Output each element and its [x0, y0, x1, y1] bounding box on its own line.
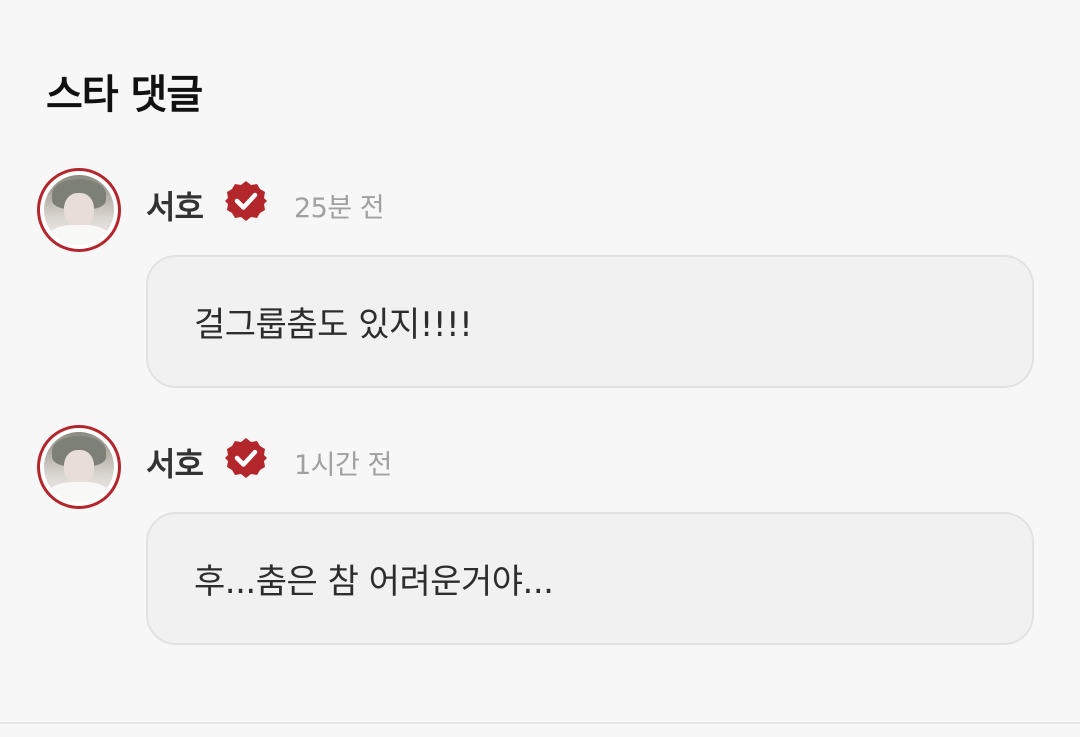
divider — [0, 722, 1080, 724]
comment-author[interactable]: 서호 — [146, 182, 204, 228]
comment-author[interactable]: 서호 — [146, 439, 204, 485]
comment-bubble: 걸그룹춤도 있지!!!! — [146, 255, 1034, 388]
verified-badge-icon — [225, 438, 267, 478]
comment-text: 걸그룹춤도 있지!!!! — [194, 305, 473, 345]
comment-bubble: 후...춤은 참 어려운거야... — [146, 512, 1034, 645]
profile-photo — [44, 175, 114, 245]
avatar[interactable] — [37, 425, 121, 509]
verified-badge-icon — [225, 181, 267, 221]
avatar[interactable] — [37, 168, 121, 252]
comment-timestamp: 1시간 전 — [294, 450, 392, 481]
section-title: 스타 댓글 — [46, 72, 203, 118]
comment-timestamp: 25분 전 — [294, 193, 385, 224]
profile-photo — [44, 432, 114, 502]
comment-text: 후...춤은 참 어려운거야... — [194, 562, 554, 602]
